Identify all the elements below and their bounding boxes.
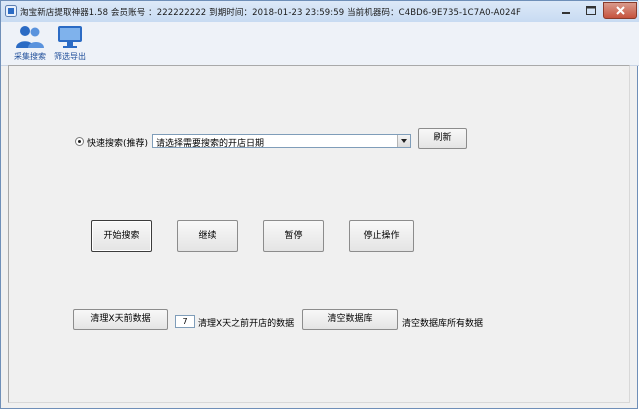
clear-days-button[interactable]: 清理X天前数据 <box>73 309 168 330</box>
open-date-select-value: 请选择需要搜索的开店日期 <box>156 139 265 149</box>
continue-button[interactable]: 继续 <box>177 220 238 252</box>
days-description: 清理X天之前开店的数据 <box>198 319 295 329</box>
stop-label: 停止操作 <box>363 231 400 241</box>
window-title: 淘宝新店提取神器1.58 会员账号 ：222222222 到期时间：2018-0… <box>20 8 522 18</box>
pause-label: 暂停 <box>284 231 303 241</box>
toolbar-item-label: 采集搜索 <box>14 52 46 61</box>
minimize-icon <box>562 12 570 14</box>
chevron-down-icon[interactable] <box>397 135 410 147</box>
refresh-button-label: 刷新 <box>433 133 452 143</box>
toolbar: 采集搜索 筛选导出 <box>1 22 639 66</box>
pause-button[interactable]: 暂停 <box>263 220 324 252</box>
clear-database-button[interactable]: 清空数据库 <box>302 309 398 330</box>
title-bar[interactable]: 淘宝新店提取神器1.58 会员账号 ：222222222 到期时间：2018-0… <box>1 1 639 23</box>
quick-search-label: 快速搜索(推荐) <box>87 139 149 149</box>
toolbar-item-label: 筛选导出 <box>54 52 86 61</box>
days-input[interactable]: 7 <box>175 315 195 328</box>
maximize-icon <box>586 6 596 15</box>
toolbar-item-collect-search[interactable]: 采集搜索 <box>11 24 49 64</box>
clear-days-label: 清理X天前数据 <box>90 314 151 324</box>
start-search-button[interactable]: 开始搜索 <box>91 220 152 252</box>
close-icon <box>616 6 625 15</box>
minimize-button[interactable] <box>553 2 579 19</box>
clear-database-label: 清空数据库 <box>327 314 373 324</box>
maximize-button[interactable] <box>579 2 603 19</box>
users-icon <box>16 26 44 48</box>
refresh-button[interactable]: 刷新 <box>418 128 467 149</box>
clear-database-description: 清空数据库所有数据 <box>402 319 484 329</box>
stop-button[interactable]: 停止操作 <box>349 220 414 252</box>
close-button[interactable] <box>603 2 637 19</box>
start-search-label: 开始搜索 <box>103 231 140 241</box>
radio-selected-icon[interactable] <box>75 137 84 146</box>
open-date-select[interactable]: 请选择需要搜索的开店日期 <box>152 134 411 149</box>
app-icon <box>5 5 17 17</box>
continue-label: 继续 <box>198 231 217 241</box>
toolbar-item-filter-export[interactable]: 筛选导出 <box>51 24 89 64</box>
monitor-icon <box>58 26 82 48</box>
